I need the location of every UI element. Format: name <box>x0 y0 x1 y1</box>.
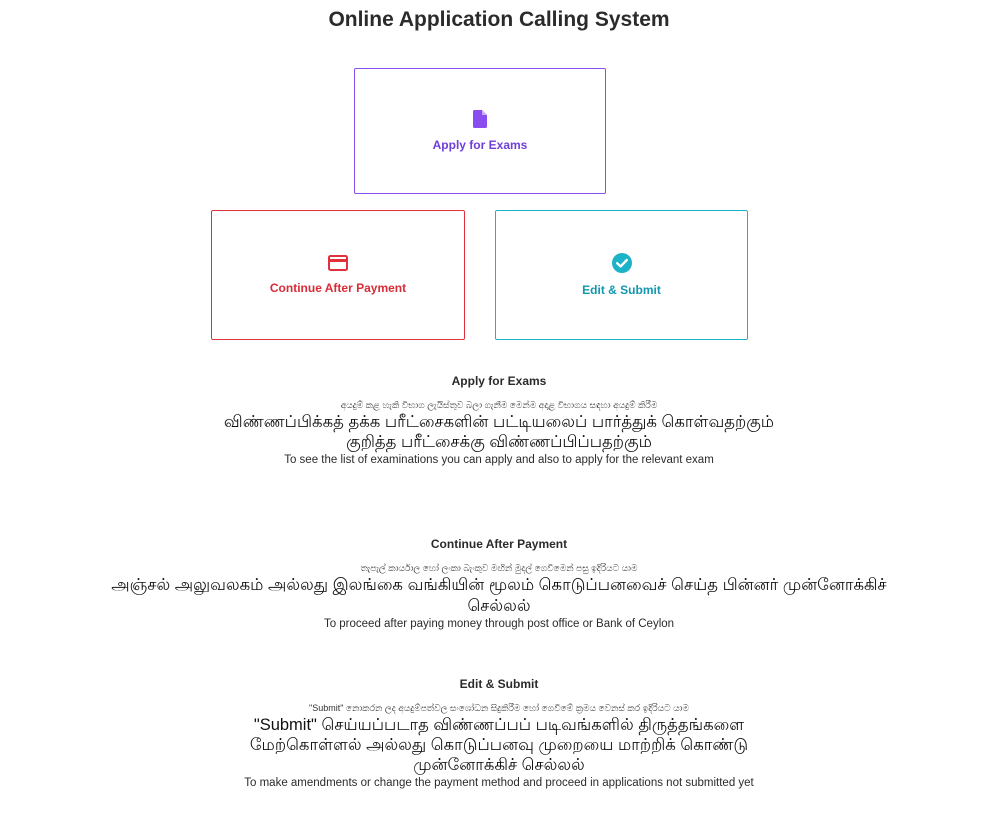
document-icon <box>473 110 487 128</box>
continue-after-payment-label: Continue After Payment <box>269 281 407 295</box>
apply-for-exams-description: Apply for Exams අයදුම් කළ හැකි විභාග ලැය… <box>0 374 998 466</box>
page: Online Application Calling System Apply … <box>0 0 998 819</box>
edit-tamil-text: "Submit" செய்யப்படாத விண்ணப்பப் படிவங்கள… <box>249 716 749 774</box>
edit-heading: Edit & Submit <box>459 677 539 691</box>
continue-tamil-text-line2: செல்லல் <box>467 597 531 615</box>
apply-english-text: To see the list of examinations you can … <box>284 454 714 466</box>
apply-heading: Apply for Exams <box>451 374 547 388</box>
edit-english-text: To make amendments or change the payment… <box>244 777 754 789</box>
credit-card-icon <box>328 255 348 271</box>
continue-after-payment-card[interactable]: Continue After Payment <box>211 210 465 340</box>
continue-after-payment-description: Continue After Payment තැපැල් කාර්යාල හෝ… <box>0 537 998 630</box>
continue-heading: Continue After Payment <box>430 537 568 551</box>
edit-submit-label: Edit & Submit <box>582 283 661 297</box>
edit-submit-description: Edit & Submit "Submit" නොකරන ලද අයදුම්පත… <box>0 677 998 789</box>
apply-tamil-text: விண்ணப்பிக்கத் தக்க பரீட்சைகளின் பட்டியல… <box>223 413 775 451</box>
apply-sinhala-text: අයදුම් කළ හැකි විභාග ලැයිස්තුව බලා ගැනීම… <box>340 400 658 410</box>
apply-for-exams-card[interactable]: Apply for Exams <box>354 68 606 194</box>
apply-for-exams-label: Apply for Exams <box>432 138 528 152</box>
page-title: Online Application Calling System <box>328 8 670 31</box>
continue-english-text: To proceed after paying money through po… <box>323 618 675 630</box>
check-circle-icon <box>611 253 632 273</box>
continue-tamil-text-line1: அஞ்சல் அலுவலகம் அல்லது இலங்கை வங்கியின் … <box>111 576 887 594</box>
continue-sinhala-text: තැපැල් කාර්යාල හෝ ලංකා බැංකුව මඟින් මුදල… <box>360 563 638 573</box>
edit-sinhala-text: "Submit" නොකරන ලද අයදුම්පත්වල සංශෝධන සිද… <box>309 703 689 713</box>
edit-submit-card[interactable]: Edit & Submit <box>495 210 748 340</box>
